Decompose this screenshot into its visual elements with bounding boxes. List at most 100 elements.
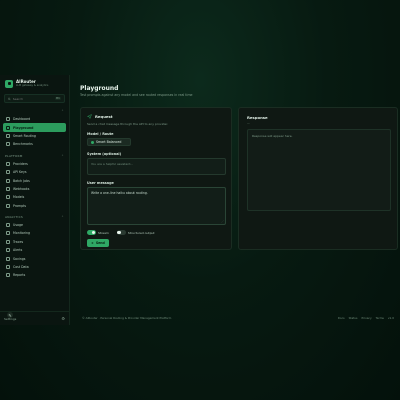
nav-group-header[interactable]: PLATFORM ⌃ [3, 152, 66, 160]
system-prompt-field[interactable]: You are a helpful assistant... [87, 158, 226, 175]
response-meta: — [247, 121, 250, 125]
sidebar-item-label: Prompts [13, 203, 27, 208]
play-icon [6, 125, 10, 130]
sidebar-item-label: Monitoring [13, 231, 31, 236]
sidebar-item-label: Webhooks [13, 186, 30, 191]
sidebar-item-label: Models [13, 195, 25, 200]
system-label: System (optional) [87, 152, 122, 156]
brand-logo-icon [5, 79, 13, 88]
brand-subtitle: LLM gateway & analytics [16, 84, 49, 87]
sidebar-item-label: Usage [13, 223, 23, 228]
sidebar-item-providers[interactable]: Providers [3, 160, 66, 168]
sidebar-item-traces[interactable]: Traces [3, 238, 66, 246]
chevron-up-icon[interactable]: ⌃ [61, 215, 64, 219]
sidebar-item-models[interactable]: Models [3, 193, 66, 201]
resize-handle-icon[interactable]: ⋰ [221, 219, 224, 223]
sidebar-item-monitoring[interactable]: Monitoring [3, 229, 66, 237]
sidebar-item-label: Batch Jobs [13, 178, 30, 183]
chevron-up-icon[interactable]: ⌃ [61, 109, 64, 113]
page-title: Playground [80, 85, 119, 92]
sidebar-item-api-keys[interactable]: API Keys [3, 168, 66, 176]
server-icon [6, 161, 10, 166]
piggy-icon [6, 256, 10, 261]
footer-link[interactable]: Status [349, 316, 358, 320]
chevron-up-icon[interactable]: ⌃ [61, 154, 64, 158]
user-message-field[interactable]: Write a one-line haiku about routing. ⋰ [87, 187, 226, 225]
response-title: Response [247, 115, 268, 120]
sidebar-item-playground[interactable]: Playground [3, 123, 66, 132]
search-box[interactable]: ⌘K [4, 94, 65, 103]
search-shortcut: ⌘K [54, 97, 61, 100]
model-select[interactable]: Smart Balanced [87, 138, 131, 146]
nav-group-header[interactable]: ANALYTICS ⌃ [3, 213, 66, 221]
sidebar-item-label: Smart Routing [13, 133, 36, 138]
stream-toggle[interactable]: Stream [87, 230, 109, 235]
key-icon [6, 170, 10, 175]
sidebar-item-label: Reports [13, 273, 26, 278]
response-card: Response — Response will appear here. [238, 107, 398, 250]
nav-group-title: PLATFORM [5, 153, 23, 158]
sidebar-item-cost-data[interactable]: Cost Data [3, 263, 66, 271]
app-shell: AIRouter LLM gateway & analytics ⌘K ⌃ Das… [0, 75, 400, 325]
sidebar-item-label: Benchmarks [13, 142, 33, 147]
footer-link[interactable]: v1.0 [388, 316, 394, 320]
help-icon[interactable]: ✎ [7, 312, 13, 318]
route-icon [6, 133, 10, 138]
response-output: Response will appear here. [247, 129, 391, 211]
send-button-label: Send [95, 241, 105, 245]
toggle-on-icon [87, 230, 96, 235]
model-status-icon [91, 140, 94, 144]
sidebar-item-prompts[interactable]: Prompts [3, 202, 66, 210]
footer-link[interactable]: Terms [376, 316, 384, 320]
cube-icon [6, 195, 10, 200]
footer-link[interactable]: Docs [338, 316, 345, 320]
layers-icon [6, 178, 10, 183]
user-message-label: User message [87, 181, 114, 185]
sidebar-item-label: Dashboard [13, 117, 31, 122]
send-icon [87, 114, 92, 119]
chart-icon [6, 142, 10, 147]
sidebar-item-label: API Keys [13, 170, 27, 175]
sidebar-item-dashboard[interactable]: Dashboard [3, 115, 66, 123]
stream-toggle-label: Stream [98, 230, 109, 235]
send-button[interactable]: ➤ Send [87, 239, 109, 247]
page-footer: © AIRouter · Personal Routing & Provider… [82, 316, 394, 320]
sidebar-item-label: Providers [13, 161, 28, 166]
user-message-text: Write a one-line haiku about routing. [91, 191, 148, 195]
sidebar-item-reports[interactable]: Reports [3, 271, 66, 279]
sidebar-item-webhooks[interactable]: Webhooks [3, 185, 66, 193]
link-icon [6, 186, 10, 191]
grid-icon [6, 117, 10, 122]
sidebar-item-label: Traces [13, 239, 24, 244]
sidebar-item-savings[interactable]: Savings [3, 254, 66, 262]
sidebar-item-batch-jobs[interactable]: Batch Jobs [3, 176, 66, 184]
sidebar-item-benchmarks[interactable]: Benchmarks [3, 140, 66, 148]
report-icon [6, 273, 10, 278]
brand[interactable]: AIRouter LLM gateway & analytics [0, 75, 69, 90]
sidebar-item-smart-routing[interactable]: Smart Routing [3, 132, 66, 140]
footer-link[interactable]: Privacy [362, 316, 372, 320]
monitor-icon [6, 231, 10, 236]
search-icon [8, 97, 11, 100]
model-value: Smart Balanced [96, 140, 122, 144]
page-subtitle: Test prompts against any model and see r… [80, 93, 193, 97]
bell-icon [6, 248, 10, 253]
structured-output-toggle[interactable]: Structured output [116, 230, 155, 235]
trace-icon [6, 239, 10, 244]
gear-icon[interactable]: ⚙ [61, 316, 65, 321]
main-content: Playground Test prompts against any mode… [70, 75, 400, 325]
footer-copyright: © AIRouter · Personal Routing & Provider… [82, 316, 172, 320]
database-icon [6, 265, 10, 270]
structured-output-label: Structured output [127, 230, 155, 235]
send-button-icon: ➤ [91, 241, 94, 245]
footer-links: Docs Status Privacy Terms v1.0 [338, 316, 394, 320]
sidebar-item-label: Savings [13, 256, 26, 261]
sidebar-item-alerts[interactable]: Alerts [3, 246, 66, 254]
model-label: Model / Route [87, 132, 114, 136]
nav-group-header[interactable]: ⌃ [3, 107, 66, 115]
search-input[interactable] [12, 96, 53, 101]
request-title: Request [95, 114, 113, 119]
sidebar-item-label: Cost Data [13, 265, 29, 270]
request-card: Request Send a chat message through the … [80, 107, 232, 250]
sidebar-item-usage[interactable]: Usage [3, 221, 66, 229]
